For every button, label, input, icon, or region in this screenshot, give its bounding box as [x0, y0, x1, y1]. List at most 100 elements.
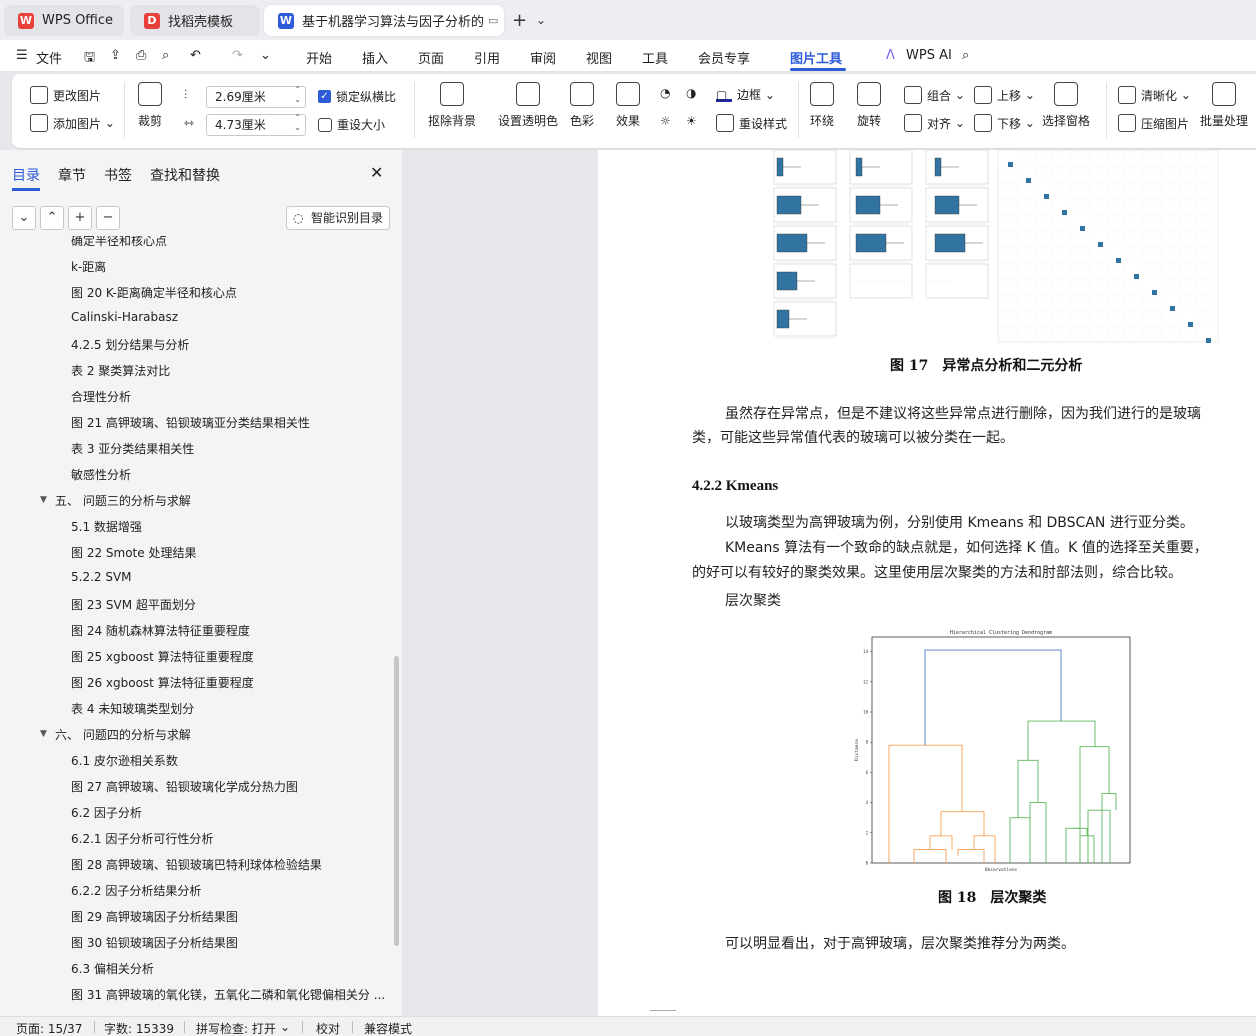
close-icon[interactable]: ✕	[370, 163, 383, 182]
tab-document[interactable]: W 基于机器学习算法与因子分析的 ▭ ●	[264, 5, 504, 36]
toc-item[interactable]: 图 31 高钾玻璃的氧化镁，五氧化二磷和氧化锶偏相关分 ...	[71, 986, 385, 1003]
smart-toc-button[interactable]: ◌ 智能识别目录	[286, 206, 390, 230]
menu-start[interactable]: 开始	[306, 48, 332, 67]
selection-pane-button[interactable]: 选择窗格	[1042, 82, 1090, 129]
undo-icon[interactable]: ↶	[190, 48, 201, 63]
sharpen-button[interactable]: 清晰化 ⌄	[1118, 86, 1191, 104]
effect-button[interactable]: 效果	[616, 82, 640, 129]
change-image-button[interactable]: 更改图片	[30, 86, 101, 104]
set-transparent-button[interactable]: 设置透明色	[498, 82, 558, 129]
figure-17-image[interactable]	[772, 150, 1222, 344]
toc-item[interactable]: 6.3 偏相关分析	[71, 960, 154, 977]
brightness-down-icon[interactable]: ☼	[660, 114, 671, 128]
brightness-icon[interactable]: ◔	[660, 86, 670, 100]
more-chevron-icon[interactable]: ⌄	[260, 48, 271, 63]
toc-item[interactable]: 表 2 聚类算法对比	[71, 362, 170, 379]
page-indicator[interactable]: 页面: 15/37	[16, 1020, 82, 1036]
tab-bookmarks[interactable]: 书签	[104, 165, 132, 185]
menu-tools[interactable]: 工具	[642, 48, 668, 67]
toc-item[interactable]: 图 25 xgboost 算法特征重要程度	[71, 648, 254, 665]
toc-item[interactable]: 6.2.2 因子分析结果分析	[71, 882, 201, 899]
wrap-button[interactable]: 环绕	[810, 82, 834, 129]
reset-size-button[interactable]: 重设大小	[318, 116, 385, 133]
figure-18-dendrogram[interactable]: Hierarchical Clustering Dendrogram Obser…	[848, 626, 1138, 876]
toc-item[interactable]: 图 28 高钾玻璃、铅钡玻璃巴特利球体检验结果	[71, 856, 322, 873]
expand-down-icon[interactable]: ⌄	[12, 206, 36, 230]
print-preview-icon[interactable]: ⌕	[162, 48, 169, 63]
lock-ratio-checkbox[interactable]: ✓ 锁定纵横比	[318, 88, 396, 105]
menu-member[interactable]: 会员专享	[698, 48, 750, 67]
expand-triangle-icon[interactable]: ▼	[40, 495, 47, 505]
menu-reference[interactable]: 引用	[474, 48, 500, 67]
toc-item[interactable]: 4.2.5 划分结果与分析	[71, 336, 189, 353]
toc-item[interactable]: 5.1 数据增强	[71, 518, 142, 535]
brightness-up-icon[interactable]: ☀	[686, 114, 697, 128]
export-icon[interactable]: ⇪	[110, 48, 121, 63]
bring-forward-button[interactable]: 上移 ⌄	[974, 86, 1035, 104]
toc-item[interactable]: 6.2.1 因子分析可行性分析	[71, 830, 213, 847]
redo-icon[interactable]: ↷	[232, 48, 243, 63]
menu-page[interactable]: 页面	[418, 48, 444, 67]
menu-file[interactable]: 文件	[36, 48, 62, 67]
menu-review[interactable]: 审阅	[530, 48, 556, 67]
toc-item[interactable]: k-距离	[71, 258, 106, 275]
toc-item[interactable]: 六、 问题四的分析与求解	[55, 726, 191, 743]
toc-item[interactable]: 图 30 铅钡玻璃因子分析结果图	[71, 934, 238, 951]
toc-item[interactable]: 表 3 亚分类结果相关性	[71, 440, 194, 457]
height-input[interactable]: 2.69厘米	[206, 85, 306, 108]
toc-item[interactable]: Calinski-Harabasz	[71, 310, 178, 324]
toc-item[interactable]: 图 23 SVM 超平面划分	[71, 596, 196, 613]
align-button[interactable]: 对齐 ⌄	[904, 114, 965, 132]
toc-item[interactable]: 图 27 高钾玻璃、铅钡玻璃化学成分热力图	[71, 778, 298, 795]
new-tab-icon[interactable]: +	[512, 10, 527, 31]
toc-item[interactable]: 图 21 高钾玻璃、铅钡玻璃亚分类结果相关性	[71, 414, 310, 431]
chevron-down-icon[interactable]: ⌄	[280, 1020, 290, 1034]
toc-item[interactable]: 6.1 皮尔逊相关系数	[71, 752, 178, 769]
send-backward-button[interactable]: 下移 ⌄	[974, 114, 1035, 132]
proofread[interactable]: 校对	[316, 1020, 340, 1036]
toc-item[interactable]: 五、 问题三的分析与求解	[55, 492, 191, 509]
reset-style-button[interactable]: 重设样式	[716, 114, 787, 132]
color-button[interactable]: 色彩	[570, 82, 594, 129]
contrast-icon[interactable]: ◑	[686, 86, 696, 100]
toc-item[interactable]: 图 20 K-距离确定半径和核心点	[71, 284, 237, 301]
menu-view[interactable]: 视图	[586, 48, 612, 67]
tab-list-chevron-icon[interactable]: ⌄	[536, 13, 546, 27]
print-icon[interactable]: ⎙	[136, 48, 146, 63]
toc-item[interactable]: 图 29 高钾玻璃因子分析结果图	[71, 908, 238, 925]
toc-item[interactable]: 敏感性分析	[71, 466, 131, 483]
toc-item[interactable]: 图 24 随机森林算法特征重要程度	[71, 622, 250, 639]
compress-image-button[interactable]: 压缩图片	[1118, 114, 1189, 132]
toc-scrollbar[interactable]	[394, 656, 399, 946]
toc-item[interactable]: 表 4 未知玻璃类型划分	[71, 700, 194, 717]
save-icon[interactable]: 🖫	[84, 48, 95, 70]
toc-item[interactable]: 6.2 因子分析	[71, 804, 142, 821]
add-icon[interactable]: +	[68, 206, 92, 230]
toc-item[interactable]: 合理性分析	[71, 388, 131, 405]
add-image-button[interactable]: 添加图片 ⌄	[30, 114, 115, 132]
toc-item[interactable]: 确定半径和核心点	[71, 236, 167, 249]
menu-wps-ai[interactable]: WPS AI	[906, 48, 952, 63]
spell-check[interactable]: 拼写检查: 打开	[196, 1020, 276, 1036]
width-input[interactable]: 4.73厘米	[206, 113, 306, 136]
crop-button[interactable]: 裁剪	[138, 82, 162, 129]
rotate-button[interactable]: 旋转	[857, 82, 881, 129]
tab-docer[interactable]: D 找稻壳模板	[130, 5, 260, 36]
collapse-up-icon[interactable]: ⌃	[40, 206, 64, 230]
expand-triangle-icon[interactable]: ▼	[40, 729, 47, 739]
tab-chapters[interactable]: 章节	[58, 165, 86, 185]
tab-wps-office[interactable]: W WPS Office	[4, 5, 124, 36]
word-count[interactable]: 字数: 15339	[104, 1020, 174, 1036]
toc-item[interactable]: 图 26 xgboost 算法特征重要程度	[71, 674, 254, 691]
hamburger-icon[interactable]: ☰	[16, 48, 28, 63]
border-button[interactable]: ▢ 边框 ⌄	[716, 86, 775, 103]
search-icon[interactable]: ⌕	[962, 48, 969, 63]
menu-picture-tools[interactable]: 图片工具	[790, 48, 842, 67]
toc-item[interactable]: 5.2.2 SVM	[71, 570, 132, 584]
tab-toc[interactable]: 目录	[12, 165, 40, 185]
remove-icon[interactable]: −	[96, 206, 120, 230]
tab-find-replace[interactable]: 查找和替换	[150, 165, 220, 185]
group-button[interactable]: 组合 ⌄	[904, 86, 965, 104]
batch-process-button[interactable]: 批量处理	[1200, 82, 1248, 129]
menu-insert[interactable]: 插入	[362, 48, 388, 67]
